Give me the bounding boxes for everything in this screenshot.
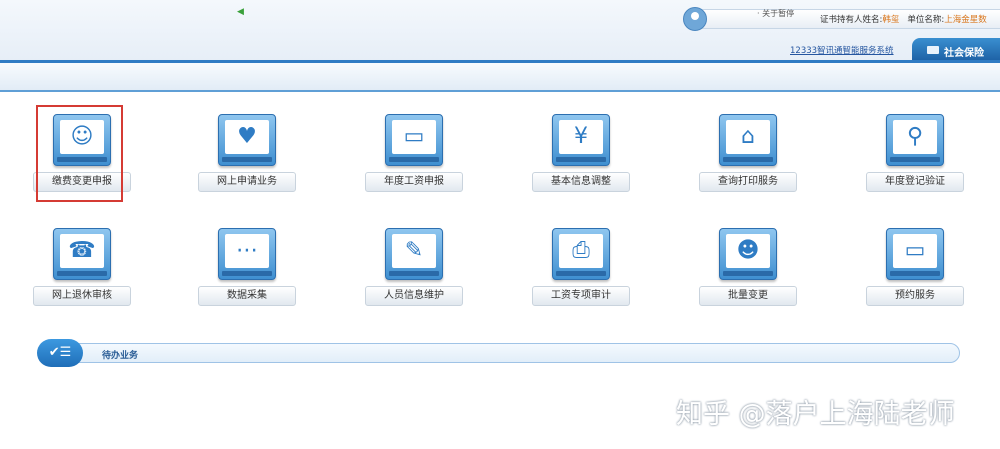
tile-label: 查询打印服务 [699,172,797,192]
tile-label: 年度登记验证 [866,172,964,192]
selection-highlight [36,105,123,202]
tab-label: 社会保险 [944,48,984,59]
info-adjust-icon: ¥ [552,114,610,166]
tile-label: 网上申请业务 [198,172,296,192]
presentation-icon: ☻ [719,228,777,280]
tile-label: 批量变更 [699,286,797,306]
todo-bar[interactable] [60,343,960,363]
user-avatar-icon [683,7,707,31]
tile-label: 基本信息调整 [532,172,630,192]
document-search-icon: ⚲ [886,114,944,166]
speaker-icon: ◀ [237,7,244,17]
user-name: 韩玺 [882,15,900,25]
watermark: 知乎 @落户上海陆老师 [676,399,955,430]
printer-icon: ⎙ [552,228,610,280]
tile-appointment[interactable]: ▭ 预约服务 [866,228,964,318]
notice-bar [0,63,1000,92]
chat-icon: ⋯ [218,228,276,280]
unit-label: 单位名称: [907,15,945,25]
tile-annual-register[interactable]: ⚲ 年度登记验证 [866,114,964,204]
tile-label: 人员信息维护 [365,286,463,306]
user-info: 证书持有人姓名:韩玺 单位名称:上海金星数 [820,13,995,25]
tile-label: 年度工资申报 [365,172,463,192]
tile-basic-info[interactable]: ¥ 基本信息调整 [532,114,630,204]
tile-label: 预约服务 [866,286,964,306]
tile-label: 工资专项审计 [532,286,630,306]
tile-label: 数据采集 [198,286,296,306]
tile-data-collection[interactable]: ⋯ 数据采集 [198,228,296,318]
online-apply-icon: ♥ [218,114,276,166]
home-icon: ⌂ [719,114,777,166]
fax-icon: ☎ [53,228,111,280]
checklist-icon: ✔☰ [37,339,83,367]
tile-batch-change[interactable]: ☻ 批量变更 [699,228,797,318]
monitor-icon: ▭ [385,114,443,166]
tile-online-apply[interactable]: ♥ 网上申请业务 [198,114,296,204]
edit-document-icon: ✎ [385,228,443,280]
tile-label: 网上退休审核 [33,286,131,306]
unit-name: 上海金星数 [944,15,987,25]
tile-query-print[interactable]: ⌂ 查询打印服务 [699,114,797,204]
tile-annual-wage[interactable]: ▭ 年度工资申报 [365,114,463,204]
notice-text[interactable]: · 关于暂停 [757,8,794,19]
tile-wage-audit[interactable]: ⎙ 工资专项审计 [532,228,630,318]
system-link[interactable]: 12333智讯通智能服务系统 [790,44,894,56]
tab-social-insurance[interactable]: 社会保险 [912,38,1000,62]
todo-title: 待办业务 [102,351,139,361]
tab-icon [927,46,939,54]
user-label: 证书持有人姓名: [820,15,883,25]
tile-retirement-review[interactable]: ☎ 网上退休审核 [33,228,131,318]
tile-personnel-info[interactable]: ✎ 人员信息维护 [365,228,463,318]
monitor-icon: ▭ [886,228,944,280]
